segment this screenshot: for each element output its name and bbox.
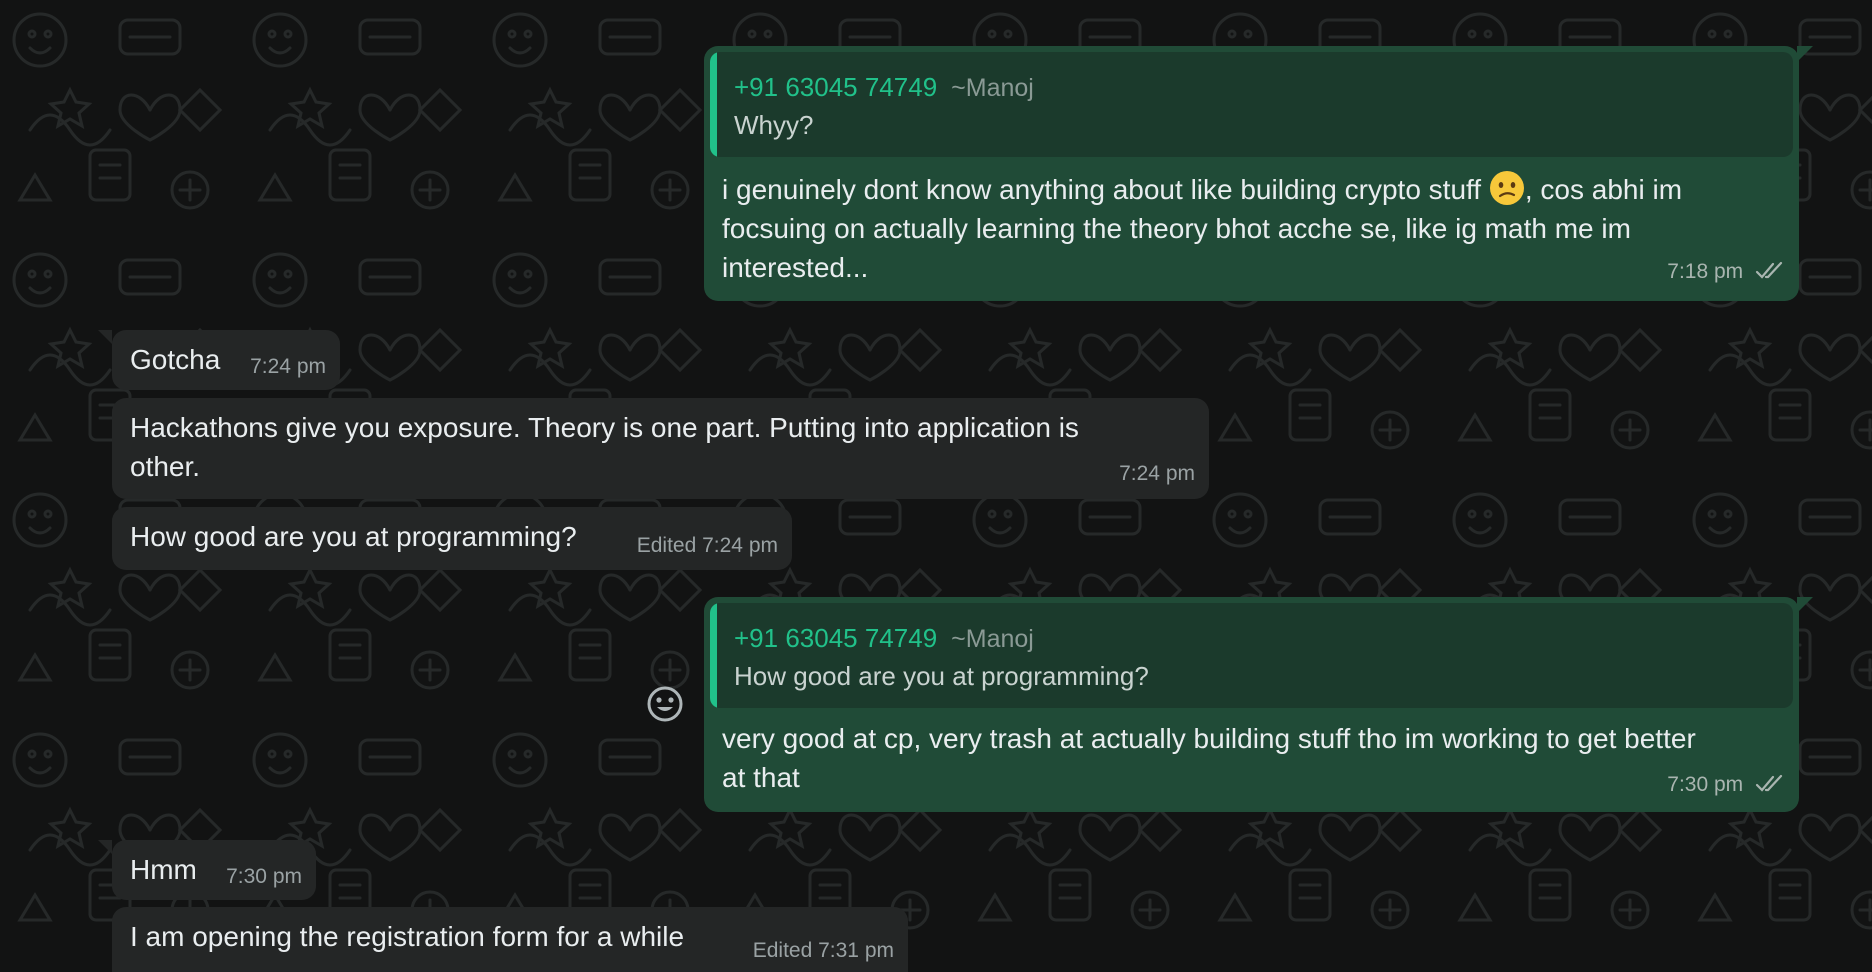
message-incoming[interactable]: Hackathons give you exposure. Theory is … <box>112 398 1209 499</box>
quote-sender-pushname: ~Manoj <box>951 74 1034 102</box>
message-time: Edited 7:31 pm <box>752 939 894 962</box>
message-text: Hmm <box>130 854 197 885</box>
quote-sender: +91 63045 74749 ~Manoj <box>734 619 1034 659</box>
message-text-line: other. <box>130 451 201 482</box>
message-time: Edited 7:24 pm <box>636 534 778 557</box>
message-text-line: very good at cp, very trash at actually … <box>722 723 1696 754</box>
chat-panel: +91 63045 74749 ~Manoj Whyy? i genuinely … <box>0 0 1872 972</box>
message-text-line: Hackathons give you exposure. Theory is … <box>130 412 1079 443</box>
quote-text: Whyy? <box>734 110 814 140</box>
smiley-react-icon[interactable] <box>645 684 685 724</box>
message-meta: 7:18 pm <box>1667 252 1785 291</box>
bubble-tail <box>98 330 112 344</box>
message-text: How good are you at programming? <box>130 521 577 552</box>
message-incoming[interactable]: Gotcha 7:24 pm <box>98 330 340 390</box>
quote-sender-phone: +91 63045 74749 <box>734 72 938 102</box>
confused-face-emoji-icon <box>1489 171 1524 205</box>
message-incoming[interactable]: Hmm 7:30 pm <box>98 840 316 900</box>
message-text: very good at cp, very trash at actually … <box>722 719 1782 797</box>
message-outgoing[interactable]: +91 63045 74749 ~Manoj Whyy? i genuinely … <box>704 46 1813 301</box>
message-text: i genuinely dont know anything about lik… <box>722 170 1782 287</box>
message-time: 7:24 pm <box>1119 462 1195 485</box>
message-text: Hackathons give you exposure. Theory is … <box>130 408 1079 486</box>
quote-sender: +91 63045 74749 ~Manoj <box>734 68 1034 108</box>
message-text: I am opening the registration form for a… <box>130 921 685 952</box>
quoted-message[interactable]: +91 63045 74749 ~Manoj How good are you a… <box>710 603 1793 708</box>
bubble-tail <box>98 840 112 854</box>
double-check-icon <box>1755 261 1783 279</box>
quote-sender-phone: +91 63045 74749 <box>734 623 938 653</box>
message-outgoing[interactable]: +91 63045 74749 ~Manoj How good are you a… <box>704 597 1813 812</box>
message-incoming[interactable]: I am opening the registration form for a… <box>112 907 908 972</box>
message-time: 7:18 pm <box>1667 260 1744 283</box>
message-time: 7:30 pm <box>226 865 302 888</box>
message-text-part: , cos abhi im <box>1524 174 1683 205</box>
quote-text: How good are you at programming? <box>734 661 1149 691</box>
message-text: Gotcha <box>130 344 221 375</box>
quote-sender-pushname: ~Manoj <box>951 625 1034 653</box>
double-check-icon <box>1755 774 1783 792</box>
message-text-line: i genuinely dont know anything about lik… <box>722 170 1782 209</box>
message-time: 7:30 pm <box>1667 773 1744 796</box>
message-incoming[interactable]: How good are you at programming? Edited … <box>112 507 792 570</box>
message-time: 7:24 pm <box>250 355 326 378</box>
message-text-line: focsuing on actually learning the theory… <box>722 213 1631 244</box>
bubble-tail <box>1797 46 1813 62</box>
message-text-line: interested... <box>722 252 869 283</box>
message-meta: 7:30 pm <box>1667 765 1785 804</box>
message-text-line: at that <box>722 762 800 793</box>
quoted-message[interactable]: +91 63045 74749 ~Manoj Whyy? <box>710 52 1793 157</box>
message-text-part: i genuinely dont know anything about lik… <box>722 174 1482 205</box>
bubble-tail <box>1797 597 1813 613</box>
quote-accent-bar <box>710 52 717 157</box>
quote-accent-bar <box>710 603 717 708</box>
